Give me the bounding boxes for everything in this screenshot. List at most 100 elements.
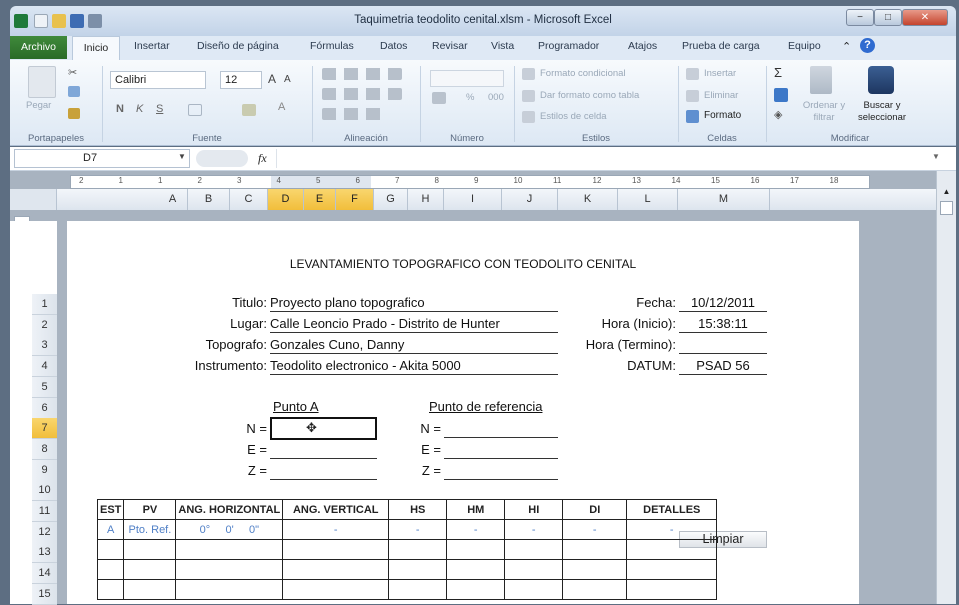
- tab-formulas[interactable]: Fórmulas: [310, 40, 354, 52]
- cell-pv[interactable]: Pto. Ref.: [123, 519, 177, 540]
- cell[interactable]: [504, 579, 564, 600]
- cell-est[interactable]: A: [96, 519, 125, 540]
- column-header-i[interactable]: I: [444, 189, 502, 210]
- thousands-button[interactable]: 000: [488, 92, 504, 103]
- tab-datos[interactable]: Datos: [380, 40, 407, 52]
- maximize-button[interactable]: □: [874, 9, 902, 26]
- chevron-down-icon[interactable]: ▼: [178, 152, 186, 161]
- border-icon[interactable]: [188, 104, 202, 116]
- expand-formula-bar-icon[interactable]: ▼: [932, 152, 940, 161]
- cell-hm[interactable]: -: [446, 519, 506, 540]
- field-value-titulo[interactable]: Proyecto plano topografico: [270, 295, 558, 312]
- formula-input[interactable]: [276, 149, 932, 168]
- cell[interactable]: [96, 579, 125, 600]
- format-button[interactable]: Formato: [704, 110, 741, 121]
- column-header-e[interactable]: E: [304, 189, 336, 210]
- column-header-j[interactable]: J: [502, 189, 558, 210]
- row-header-3[interactable]: 3: [32, 335, 57, 357]
- cell[interactable]: [562, 579, 628, 600]
- grow-font-icon[interactable]: A: [268, 72, 276, 86]
- column-header-d[interactable]: D: [268, 189, 304, 210]
- insert-button[interactable]: Insertar: [704, 68, 736, 79]
- find-select-button[interactable]: Buscar y seleccionar: [852, 100, 912, 124]
- delete-button[interactable]: Eliminar: [704, 90, 738, 101]
- insert-function-icon[interactable]: fx: [258, 151, 267, 166]
- field-value-hora-termino[interactable]: [679, 337, 767, 354]
- chevron-up-icon[interactable]: ⌃: [842, 40, 851, 53]
- punto-ref-n-input[interactable]: [444, 421, 558, 438]
- cell[interactable]: [282, 539, 390, 560]
- row-header-4[interactable]: 4: [32, 356, 57, 378]
- row-header-7[interactable]: 7: [32, 418, 57, 440]
- format-as-table-button[interactable]: Dar formato como tabla: [540, 90, 639, 101]
- cell[interactable]: [96, 559, 125, 580]
- punto-ref-e-input[interactable]: [444, 442, 558, 459]
- cell[interactable]: [388, 559, 448, 580]
- selected-cell-d7[interactable]: ✥: [270, 417, 377, 440]
- field-value-lugar[interactable]: Calle Leoncio Prado - Distrito de Hunter: [270, 316, 558, 333]
- fill-icon[interactable]: [774, 88, 788, 102]
- sort-filter-button[interactable]: Ordenar y filtrar: [802, 100, 846, 124]
- clear-icon[interactable]: ◈: [774, 108, 782, 121]
- row-header-13[interactable]: 13: [32, 542, 57, 564]
- cell[interactable]: [562, 539, 628, 560]
- currency-icon[interactable]: [432, 92, 446, 104]
- cell[interactable]: [446, 539, 506, 560]
- cell[interactable]: [175, 579, 284, 600]
- cell-ang-v[interactable]: -: [282, 519, 390, 540]
- column-header-c[interactable]: C: [230, 189, 268, 210]
- align-top-icons[interactable]: [322, 68, 402, 80]
- punto-a-e-input[interactable]: [270, 442, 377, 459]
- column-header-h[interactable]: H: [408, 189, 444, 210]
- cell[interactable]: [123, 559, 177, 580]
- bold-button[interactable]: N: [116, 103, 124, 115]
- vertical-scrollbar[interactable]: ▲: [936, 171, 956, 604]
- row-header-8[interactable]: 8: [32, 438, 57, 460]
- tab-archivo[interactable]: Archivo: [10, 36, 67, 59]
- cell[interactable]: [446, 559, 506, 580]
- cell-ang-h[interactable]: 0° 0' 0": [175, 519, 284, 540]
- cell[interactable]: [626, 559, 718, 580]
- scroll-thumb[interactable]: [940, 201, 953, 215]
- cell[interactable]: [175, 539, 284, 560]
- row-header-14[interactable]: 14: [32, 563, 57, 585]
- cell[interactable]: [626, 539, 718, 560]
- align-horizontal-icons[interactable]: [322, 88, 402, 100]
- cell-detalles[interactable]: -: [626, 519, 718, 540]
- help-icon[interactable]: ?: [860, 38, 875, 53]
- column-header-g[interactable]: G: [374, 189, 408, 210]
- cell-hs[interactable]: -: [388, 519, 448, 540]
- cell-hi[interactable]: -: [504, 519, 564, 540]
- row-header-2[interactable]: 2: [32, 314, 57, 336]
- indent-icons[interactable]: [322, 108, 382, 120]
- cell[interactable]: [96, 539, 125, 560]
- format-painter-icon[interactable]: [68, 108, 80, 119]
- row-header-12[interactable]: 12: [32, 521, 57, 543]
- row-header-9[interactable]: 9: [32, 459, 57, 481]
- cell-di[interactable]: -: [562, 519, 628, 540]
- punto-ref-z-input[interactable]: [444, 463, 558, 480]
- cell[interactable]: [282, 579, 390, 600]
- row-header-1[interactable]: 1: [32, 294, 57, 315]
- column-header-b[interactable]: B: [188, 189, 230, 210]
- cell[interactable]: [175, 559, 284, 580]
- cell[interactable]: [123, 579, 177, 600]
- cell[interactable]: [626, 579, 718, 600]
- scroll-up-icon[interactable]: ▲: [940, 187, 953, 197]
- tab-programador[interactable]: Programador: [538, 40, 599, 52]
- row-header-15[interactable]: 15: [32, 583, 57, 605]
- cell-styles-button[interactable]: Estilos de celda: [540, 111, 607, 122]
- field-value-hora-inicio[interactable]: 15:38:11: [679, 316, 767, 333]
- tab-diseno[interactable]: Diseño de página: [197, 40, 279, 52]
- row-header-10[interactable]: 10: [32, 480, 57, 502]
- column-header-l[interactable]: L: [618, 189, 678, 210]
- field-value-topografo[interactable]: Gonzales Cuno, Danny: [270, 337, 558, 354]
- tab-atajos[interactable]: Atajos: [628, 40, 657, 52]
- cell[interactable]: [123, 539, 177, 560]
- field-value-fecha[interactable]: 10/12/2011: [679, 295, 767, 312]
- column-header-m[interactable]: M: [678, 189, 770, 210]
- column-header-k[interactable]: K: [558, 189, 618, 210]
- cell[interactable]: [446, 579, 506, 600]
- font-size-select[interactable]: 12: [220, 71, 262, 89]
- underline-button[interactable]: S: [156, 103, 163, 115]
